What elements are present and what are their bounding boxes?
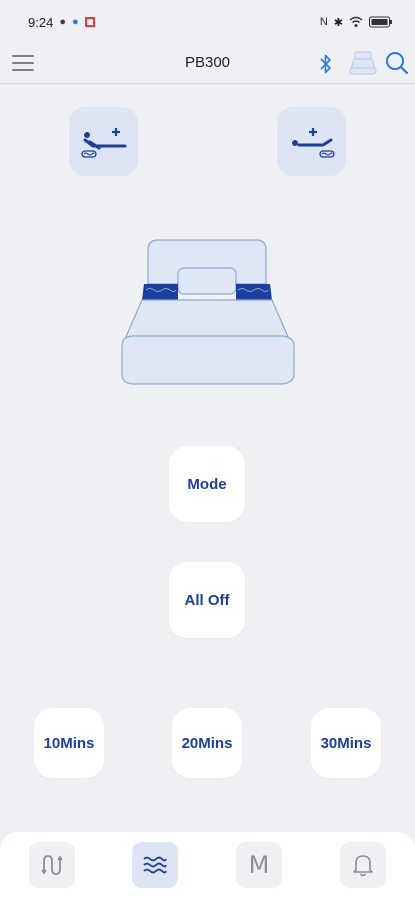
timer-label: 10Mins	[43, 734, 95, 752]
timer-10-button[interactable]: 10Mins	[34, 708, 104, 778]
timer-20-button[interactable]: 20Mins	[172, 708, 242, 778]
nav-alarm[interactable]	[340, 842, 386, 888]
status-bar: 9:24 ● ● N ✱	[0, 0, 415, 44]
wifi-icon	[349, 16, 363, 27]
bell-icon	[353, 855, 373, 877]
mode-label: Mode	[187, 475, 227, 493]
massage-waves-icon	[143, 856, 167, 874]
bluetooth-status-icon: ✱	[333, 16, 343, 29]
app-bar: PB300	[0, 44, 415, 84]
head-massage-up-button[interactable]	[69, 107, 138, 176]
adjust-wave-icon	[41, 855, 63, 875]
notification-icon: ●	[59, 16, 66, 28]
notification-icon: ●	[71, 16, 79, 28]
status-time: 9:24	[28, 14, 54, 30]
timer-label: 20Mins	[181, 734, 233, 752]
nav-adjust[interactable]	[29, 842, 75, 888]
bluetooth-icon[interactable]	[318, 52, 334, 76]
bottom-nav: M	[0, 832, 415, 900]
foot-massage-plus-icon	[291, 127, 335, 158]
all-off-label: All Off	[184, 591, 230, 609]
bed-illustration	[121, 239, 295, 385]
notification-icon	[84, 17, 95, 27]
mode-button[interactable]: Mode	[169, 446, 245, 522]
head-massage-plus-icon	[80, 127, 126, 158]
timer-30-button[interactable]: 30Mins	[311, 708, 381, 778]
nfc-icon: N	[319, 16, 328, 28]
nav-massage[interactable]	[132, 842, 178, 888]
search-icon[interactable]	[384, 50, 410, 76]
foot-massage-up-button[interactable]	[277, 107, 346, 176]
battery-icon	[369, 16, 392, 28]
nav-memory[interactable]: M	[236, 842, 282, 888]
all-off-button[interactable]: All Off	[169, 562, 245, 638]
timer-label: 30Mins	[320, 734, 372, 752]
memory-m-icon: M	[248, 851, 270, 879]
bed-icon[interactable]	[348, 50, 378, 76]
